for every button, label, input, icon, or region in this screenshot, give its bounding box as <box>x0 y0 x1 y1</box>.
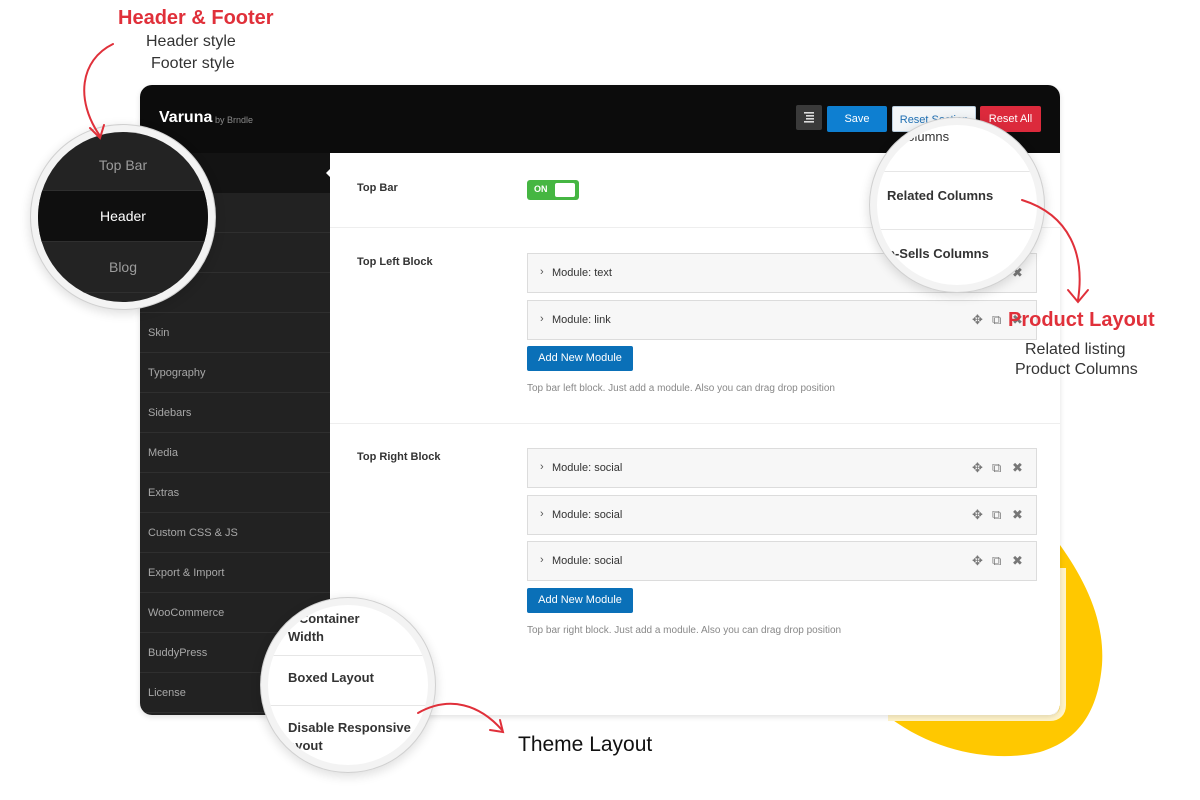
sidebar-item-extras[interactable]: Extras <box>140 473 330 513</box>
close-icon[interactable]: ✖ <box>1012 553 1023 569</box>
zoom-divider <box>877 171 1037 172</box>
module-label: Module: social <box>552 462 623 474</box>
annotation-theme-layout-title: Theme Layout <box>518 733 653 756</box>
toggle-state-text: ON <box>534 184 548 194</box>
sidebar-item-custom-css-js[interactable]: Custom CSS & JS <box>140 513 330 553</box>
section-divider <box>330 423 1060 424</box>
sidebar-item-export-import[interactable]: Export & Import <box>140 553 330 593</box>
sidebar-item-skin[interactable]: Skin <box>140 313 330 353</box>
module-label: Module: text <box>552 267 612 279</box>
app-brand-by: by Brndle <box>215 115 254 125</box>
top-bar-toggle[interactable]: ON <box>527 180 579 200</box>
chevron-right-icon: › <box>540 266 544 278</box>
zoom-item-container: e Container <box>288 611 360 626</box>
zoom-divider <box>877 229 1037 230</box>
list-icon <box>804 112 814 123</box>
annotation-header-footer-title: Header & Footer <box>118 7 274 29</box>
zoom-circle-product: p Columns Related Columns p-Sells Column… <box>877 125 1037 285</box>
zoom-divider <box>268 655 428 656</box>
move-icon[interactable]: ✥ <box>972 553 983 569</box>
annotation-product-columns: Product Columns <box>1015 361 1138 378</box>
zoom-item-header: Header <box>38 191 208 242</box>
module-actions: ✥ ⧉ ✖ <box>972 507 1026 523</box>
module-row[interactable]: › Module: social ✥ ⧉ ✖ <box>527 495 1037 535</box>
duplicate-icon[interactable]: ⧉ <box>992 553 1001 569</box>
close-icon[interactable]: ✖ <box>1012 460 1023 476</box>
duplicate-icon[interactable]: ⧉ <box>992 312 1001 328</box>
module-row[interactable]: › Module: social ✥ ⧉ ✖ <box>527 448 1037 488</box>
expand-menu-button[interactable] <box>796 105 822 130</box>
zoom-circle-layout: e Container Width Boxed Layout Disable R… <box>268 605 428 765</box>
zoom-item-blog: Blog <box>38 242 208 293</box>
chevron-right-icon: › <box>540 554 544 566</box>
annotation-related-listing: Related listing <box>1025 341 1126 358</box>
annotation-product-layout-title: Product Layout <box>1008 309 1155 331</box>
zoom-item-boxed-layout: Boxed Layout <box>288 670 374 685</box>
zoom-circle-menu: Top Bar Header Blog <box>38 132 208 302</box>
chevron-right-icon: › <box>540 313 544 325</box>
toggle-knob <box>555 183 575 197</box>
add-new-module-button[interactable]: Add New Module <box>527 588 633 613</box>
top-bar-label: Top Bar <box>357 182 398 194</box>
module-label: Module: social <box>552 555 623 567</box>
sidebar-item-media[interactable]: Media <box>140 433 330 473</box>
module-row[interactable]: › Module: social ✥ ⧉ ✖ <box>527 541 1037 581</box>
module-actions: ✥ ⧉ ✖ <box>972 553 1026 569</box>
reset-all-button[interactable]: Reset All <box>980 106 1041 132</box>
zoom-item-width: Width <box>288 629 324 644</box>
add-new-module-button[interactable]: Add New Module <box>527 346 633 371</box>
annotation-footer-style: Footer style <box>151 55 235 72</box>
top-right-block-help: Top bar right block. Just add a module. … <box>527 625 842 636</box>
top-right-block-label: Top Right Block <box>357 451 441 463</box>
duplicate-icon[interactable]: ⧉ <box>992 507 1001 523</box>
duplicate-icon[interactable]: ⧉ <box>992 460 1001 476</box>
top-left-block-help: Top bar left block. Just add a module. A… <box>527 383 835 394</box>
app-brand: Varuna <box>159 109 213 126</box>
close-icon[interactable]: ✖ <box>1012 265 1023 281</box>
module-label: Module: link <box>552 314 611 326</box>
chevron-right-icon: › <box>540 508 544 520</box>
module-row[interactable]: › Module: link ✥ ⧉ ✖ <box>527 300 1037 340</box>
zoom-item-top-bar: Top Bar <box>38 140 208 191</box>
save-button[interactable]: Save <box>827 106 887 132</box>
annotation-header-style: Header style <box>146 33 236 50</box>
zoom-divider <box>268 705 428 706</box>
zoom-item-columns: p Columns <box>887 129 950 144</box>
chevron-right-icon: › <box>540 461 544 473</box>
close-icon[interactable]: ✖ <box>1012 507 1023 523</box>
zoom-item-related-columns: Related Columns <box>887 188 994 203</box>
sidebar-item-typography[interactable]: Typography <box>140 353 330 393</box>
top-left-block-label: Top Left Block <box>357 256 433 268</box>
move-icon[interactable]: ✥ <box>972 507 983 523</box>
zoom-item-up-sells-columns: p-Sells Columns <box>887 246 989 261</box>
module-actions: ✥ ⧉ ✖ <box>972 460 1026 476</box>
sidebar-item-sidebars[interactable]: Sidebars <box>140 393 330 433</box>
zoom-item-layout: ayout <box>288 738 323 753</box>
module-label: Module: social <box>552 509 623 521</box>
move-icon[interactable]: ✥ <box>972 312 983 328</box>
zoom-item-disable-responsive: Disable Responsive <box>288 720 411 735</box>
arrow-icon <box>83 43 114 140</box>
move-icon[interactable]: ✥ <box>972 460 983 476</box>
